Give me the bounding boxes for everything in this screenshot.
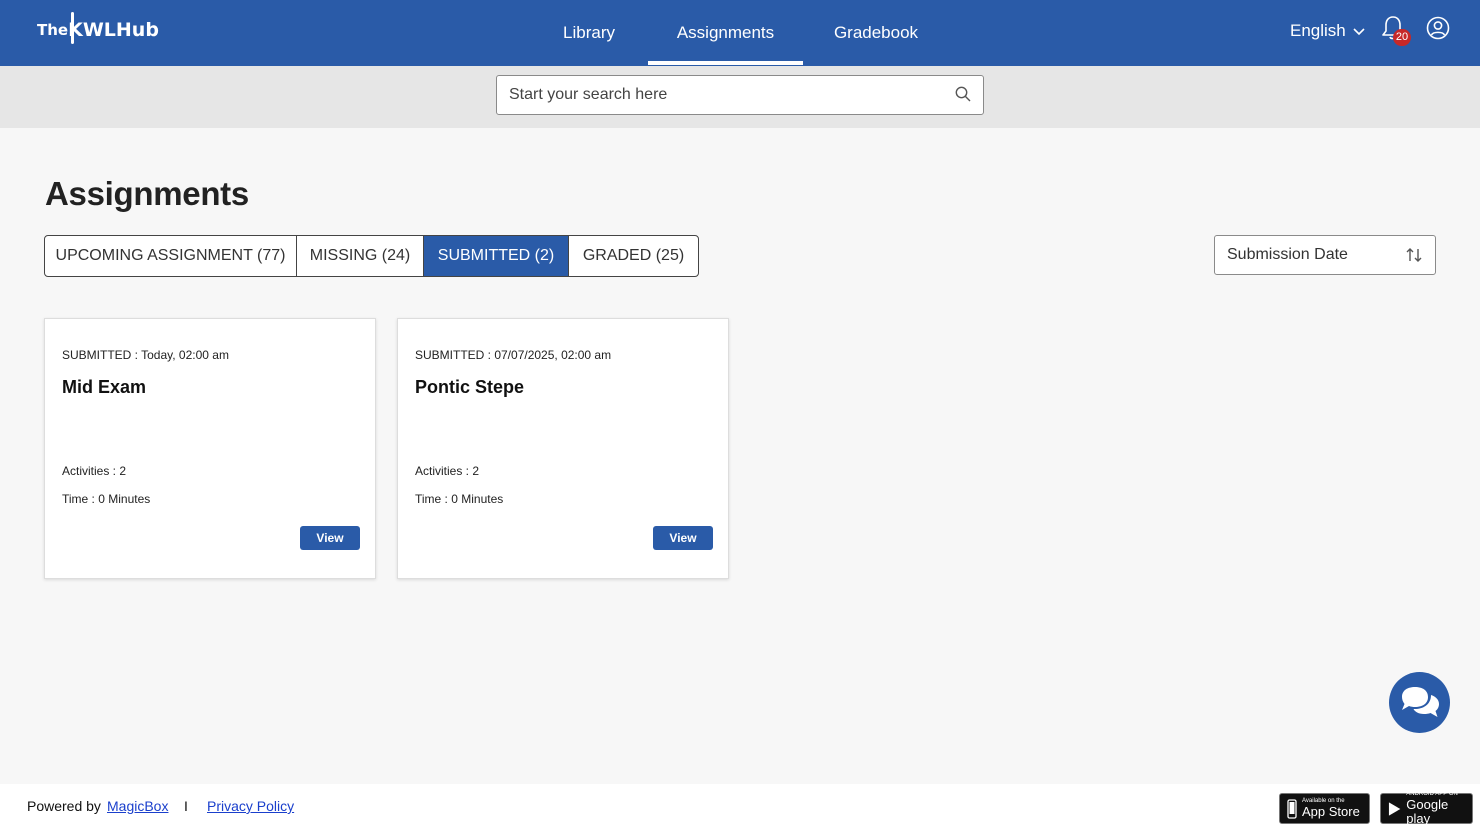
privacy-policy-link[interactable]: Privacy Policy xyxy=(207,798,294,814)
sort-dropdown[interactable]: Submission Date xyxy=(1214,235,1436,275)
user-profile-icon[interactable] xyxy=(1426,16,1450,40)
footer-separator: I xyxy=(184,798,188,814)
tab-upcoming-assignment[interactable]: UPCOMING ASSIGNMENT (77) xyxy=(45,236,297,276)
powered-by-label: Powered by xyxy=(27,798,101,814)
sort-arrows-icon[interactable] xyxy=(1405,246,1423,264)
assignment-title: Pontic Stepe xyxy=(415,377,525,397)
nav-library[interactable]: Library xyxy=(548,0,630,66)
activities-count: Activities : 2 xyxy=(415,464,480,478)
tab-submitted[interactable]: SUBMITTED (2) xyxy=(424,236,569,276)
tab-graded[interactable]: GRADED (25) xyxy=(569,236,698,276)
time-spent: Time : 0 Minutes xyxy=(62,492,151,506)
thekwlhub-logo[interactable]: The K WLHub xyxy=(37,12,159,48)
language-selector[interactable]: English xyxy=(1290,20,1366,42)
chevron-down-icon xyxy=(1353,28,1365,36)
assignment-card: SUBMITTED : 07/07/2025, 02:00 am Pontic … xyxy=(397,318,729,579)
view-button[interactable]: View xyxy=(653,526,713,550)
chat-button[interactable] xyxy=(1389,672,1450,733)
language-label: English xyxy=(1290,21,1346,40)
tab-missing[interactable]: MISSING (24) xyxy=(297,236,424,276)
logo-text-the: The xyxy=(37,21,69,39)
search-box xyxy=(496,75,984,115)
notification-badge: 20 xyxy=(1393,29,1411,46)
submitted-date: SUBMITTED : 07/07/2025, 02:00 am xyxy=(415,348,612,362)
submitted-date: SUBMITTED : Today, 02:00 am xyxy=(62,348,229,362)
activities-count: Activities : 2 xyxy=(62,464,127,478)
assignment-card: SUBMITTED : Today, 02:00 am Mid Exam Act… xyxy=(44,318,376,579)
search-input[interactable] xyxy=(509,76,939,114)
assignment-status-tabs: UPCOMING ASSIGNMENT (77) MISSING (24) SU… xyxy=(44,235,699,277)
nav-gradebook[interactable]: Gradebook xyxy=(820,0,932,66)
page-title: Assignments xyxy=(45,175,249,212)
logo-text-k: K xyxy=(68,12,83,48)
magicbox-link[interactable]: MagicBox xyxy=(107,798,168,814)
google-play-badge[interactable]: ANDROID APP ON Google play xyxy=(1380,791,1473,826)
logo-text-rest: WLHub xyxy=(82,19,159,41)
sort-label: Submission Date xyxy=(1227,246,1348,263)
assignment-title: Mid Exam xyxy=(62,377,147,397)
app-store-big-text: App Store xyxy=(1302,804,1360,819)
nav-assignments[interactable]: Assignments xyxy=(648,0,803,66)
app-store-badge[interactable]: Available on the App Store xyxy=(1279,793,1370,824)
phone-icon xyxy=(1287,798,1297,819)
google-play-big-text: Google play xyxy=(1406,797,1449,826)
chat-bubbles-icon xyxy=(1401,686,1439,717)
footer: Powered by MagicBox I Privacy Policy xyxy=(0,784,1480,833)
play-triangle-icon xyxy=(1388,801,1401,816)
search-icon[interactable] xyxy=(955,86,971,102)
time-spent: Time : 0 Minutes xyxy=(415,492,504,506)
view-button[interactable]: View xyxy=(300,526,360,550)
